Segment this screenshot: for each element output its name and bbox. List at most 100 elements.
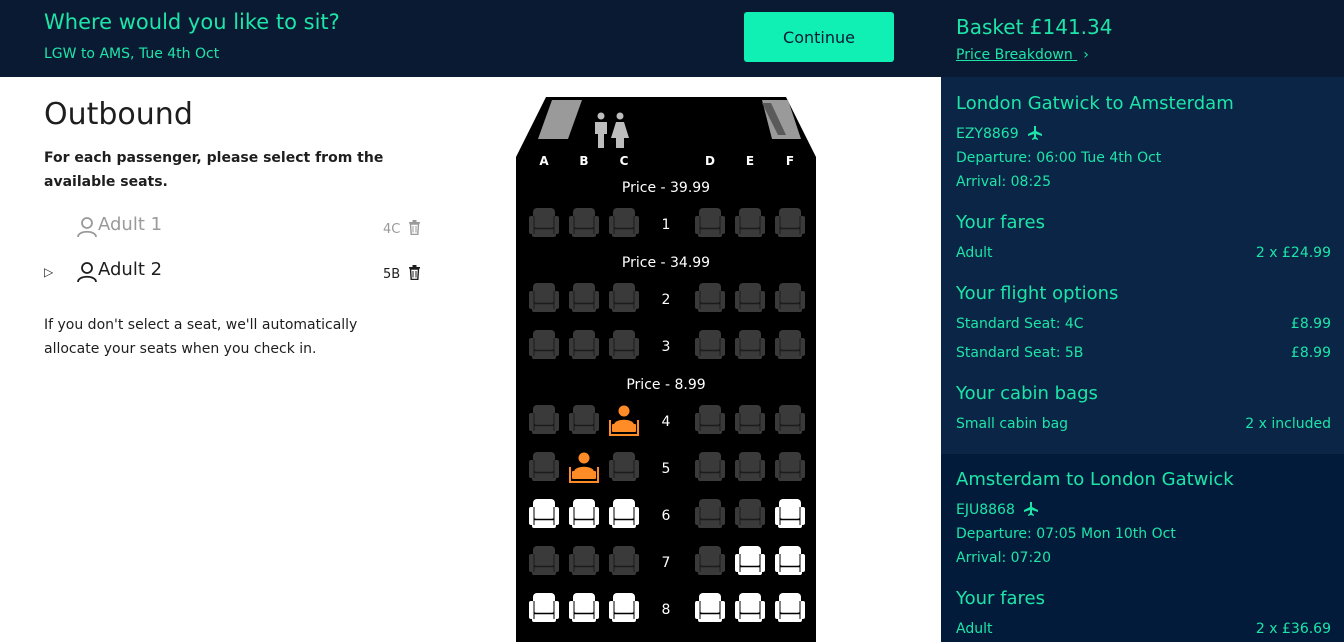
seat-8e-available[interactable] (734, 592, 766, 624)
seat-6b-available[interactable] (568, 498, 600, 530)
fares-heading: Your fares (956, 212, 1045, 233)
seat-5a-taken (528, 451, 560, 483)
trash-icon[interactable] (408, 265, 421, 280)
column-letter-a: A (539, 154, 549, 168)
option-label: Standard Seat: 4C (956, 316, 1084, 332)
seat-1f-taken (774, 207, 806, 239)
seat-7d-taken (694, 545, 726, 577)
outbound-arrival: Arrival: 08:25 (956, 174, 1051, 190)
row-number: 3 (661, 339, 671, 355)
option-label: Standard Seat: 5B (956, 345, 1084, 361)
seat-4a-taken (528, 404, 560, 436)
row-number: 7 (661, 555, 671, 571)
column-letter-e: E (745, 154, 755, 168)
seat-map: A B C D E F Price - 39.99 Price - 34.99 Price -… (516, 97, 816, 642)
price-band-label: Price - 39.99 (621, 180, 711, 196)
seat-5d-taken (694, 451, 726, 483)
seat-8c-available[interactable] (608, 592, 640, 624)
seat-2b-taken (568, 282, 600, 314)
option-value: £8.99 (1290, 316, 1331, 332)
seat-4f-taken (774, 404, 806, 436)
seat-4e-taken (734, 404, 766, 436)
fare-value: 2 x £36.69 (1255, 621, 1331, 637)
seat-3c-taken (608, 329, 640, 361)
price-band-label: Price - 34.99 (621, 255, 711, 271)
outbound-route: London Gatwick to Amsterdam (956, 93, 1234, 114)
cabin-bags-heading: Your cabin bags (956, 383, 1098, 404)
seat-instructions: For each passenger, please select from t… (44, 150, 384, 190)
seat-2e-taken (734, 282, 766, 314)
seat-4c-selected[interactable] (608, 404, 640, 436)
outbound-flight: EZY8869 (956, 126, 1043, 142)
seat-5e-taken (734, 451, 766, 483)
outbound-heading: Outbound (44, 97, 193, 132)
seat-3e-taken (734, 329, 766, 361)
seat-2f-taken (774, 282, 806, 314)
inbound-arrival: Arrival: 07:20 (956, 550, 1051, 566)
seat-8d-available[interactable] (694, 592, 726, 624)
column-letter-d: D (705, 154, 715, 168)
seat-1a-taken (528, 207, 560, 239)
person-icon (77, 262, 97, 283)
seat-5c-taken (608, 451, 640, 483)
seat-3f-taken (774, 329, 806, 361)
passenger-adult-2[interactable]: ▷ Adult 2 5B (44, 259, 434, 289)
price-breakdown-label: Price Breakdown (956, 47, 1073, 63)
outbound-summary: London Gatwick to Amsterdam EZY8869 Depa… (941, 77, 1344, 454)
chevron-right-icon: › (1083, 47, 1089, 63)
trash-icon[interactable] (408, 220, 421, 235)
seat-8b-available[interactable] (568, 592, 600, 624)
plane-icon (1028, 126, 1043, 140)
cabin-front (516, 97, 816, 187)
fare-label: Adult (956, 245, 993, 261)
basket-total: Basket £141.34 (956, 15, 1113, 39)
inbound-summary: Amsterdam to London Gatwick EJU8868 Depa… (941, 454, 1344, 642)
plane-icon (1024, 502, 1039, 516)
header-bar: Where would you like to sit? LGW to AMS,… (0, 0, 941, 77)
seat-3d-taken (694, 329, 726, 361)
row-number: 1 (661, 217, 671, 233)
column-letter-f: F (785, 154, 795, 168)
seat-7b-taken (568, 545, 600, 577)
continue-button[interactable]: Continue (744, 12, 894, 62)
seat-8a-available[interactable] (528, 592, 560, 624)
seat-7f-available[interactable] (774, 545, 806, 577)
seat-6c-available[interactable] (608, 498, 640, 530)
seat-5b-selected[interactable] (568, 451, 600, 483)
seat-3a-taken (528, 329, 560, 361)
seat-8f-available[interactable] (774, 592, 806, 624)
passenger-name: Adult 2 (98, 259, 163, 280)
seat-1e-taken (734, 207, 766, 239)
seat-1b-taken (568, 207, 600, 239)
seat-6d-taken (694, 498, 726, 530)
inbound-route: Amsterdam to London Gatwick (956, 469, 1234, 490)
passenger-adult-1[interactable]: Adult 1 4C (44, 214, 434, 244)
fares-heading: Your fares (956, 588, 1045, 609)
seat-6a-available[interactable] (528, 498, 560, 530)
auto-allocate-note: If you don't select a seat, we'll automa… (44, 317, 358, 357)
seat-6f-available[interactable] (774, 498, 806, 530)
row-number: 2 (661, 292, 671, 308)
price-breakdown-link[interactable]: Price Breakdown › (956, 47, 1089, 63)
seat-2c-taken (608, 282, 640, 314)
seat-3b-taken (568, 329, 600, 361)
passenger-name: Adult 1 (98, 214, 163, 235)
seat-7e-available[interactable] (734, 545, 766, 577)
seat-4d-taken (694, 404, 726, 436)
route-subtitle: LGW to AMS, Tue 4th Oct (44, 46, 220, 62)
fare-label: Adult (956, 621, 993, 637)
bag-value: 2 x included (1245, 416, 1331, 432)
seat-7c-taken (608, 545, 640, 577)
flight-number: EJU8868 (956, 502, 1015, 518)
fare-value: 2 x £24.99 (1255, 245, 1331, 261)
row-number: 8 (661, 602, 671, 618)
outbound-departure: Departure: 06:00 Tue 4th Oct (956, 150, 1162, 166)
seat-1d-taken (694, 207, 726, 239)
seat-7a-taken (528, 545, 560, 577)
seat-5f-taken (774, 451, 806, 483)
row-number: 5 (661, 461, 671, 477)
seat-6e-taken (734, 498, 766, 530)
column-letter-c: C (619, 154, 629, 168)
flight-options-heading: Your flight options (956, 283, 1119, 304)
row-number: 4 (661, 414, 671, 430)
